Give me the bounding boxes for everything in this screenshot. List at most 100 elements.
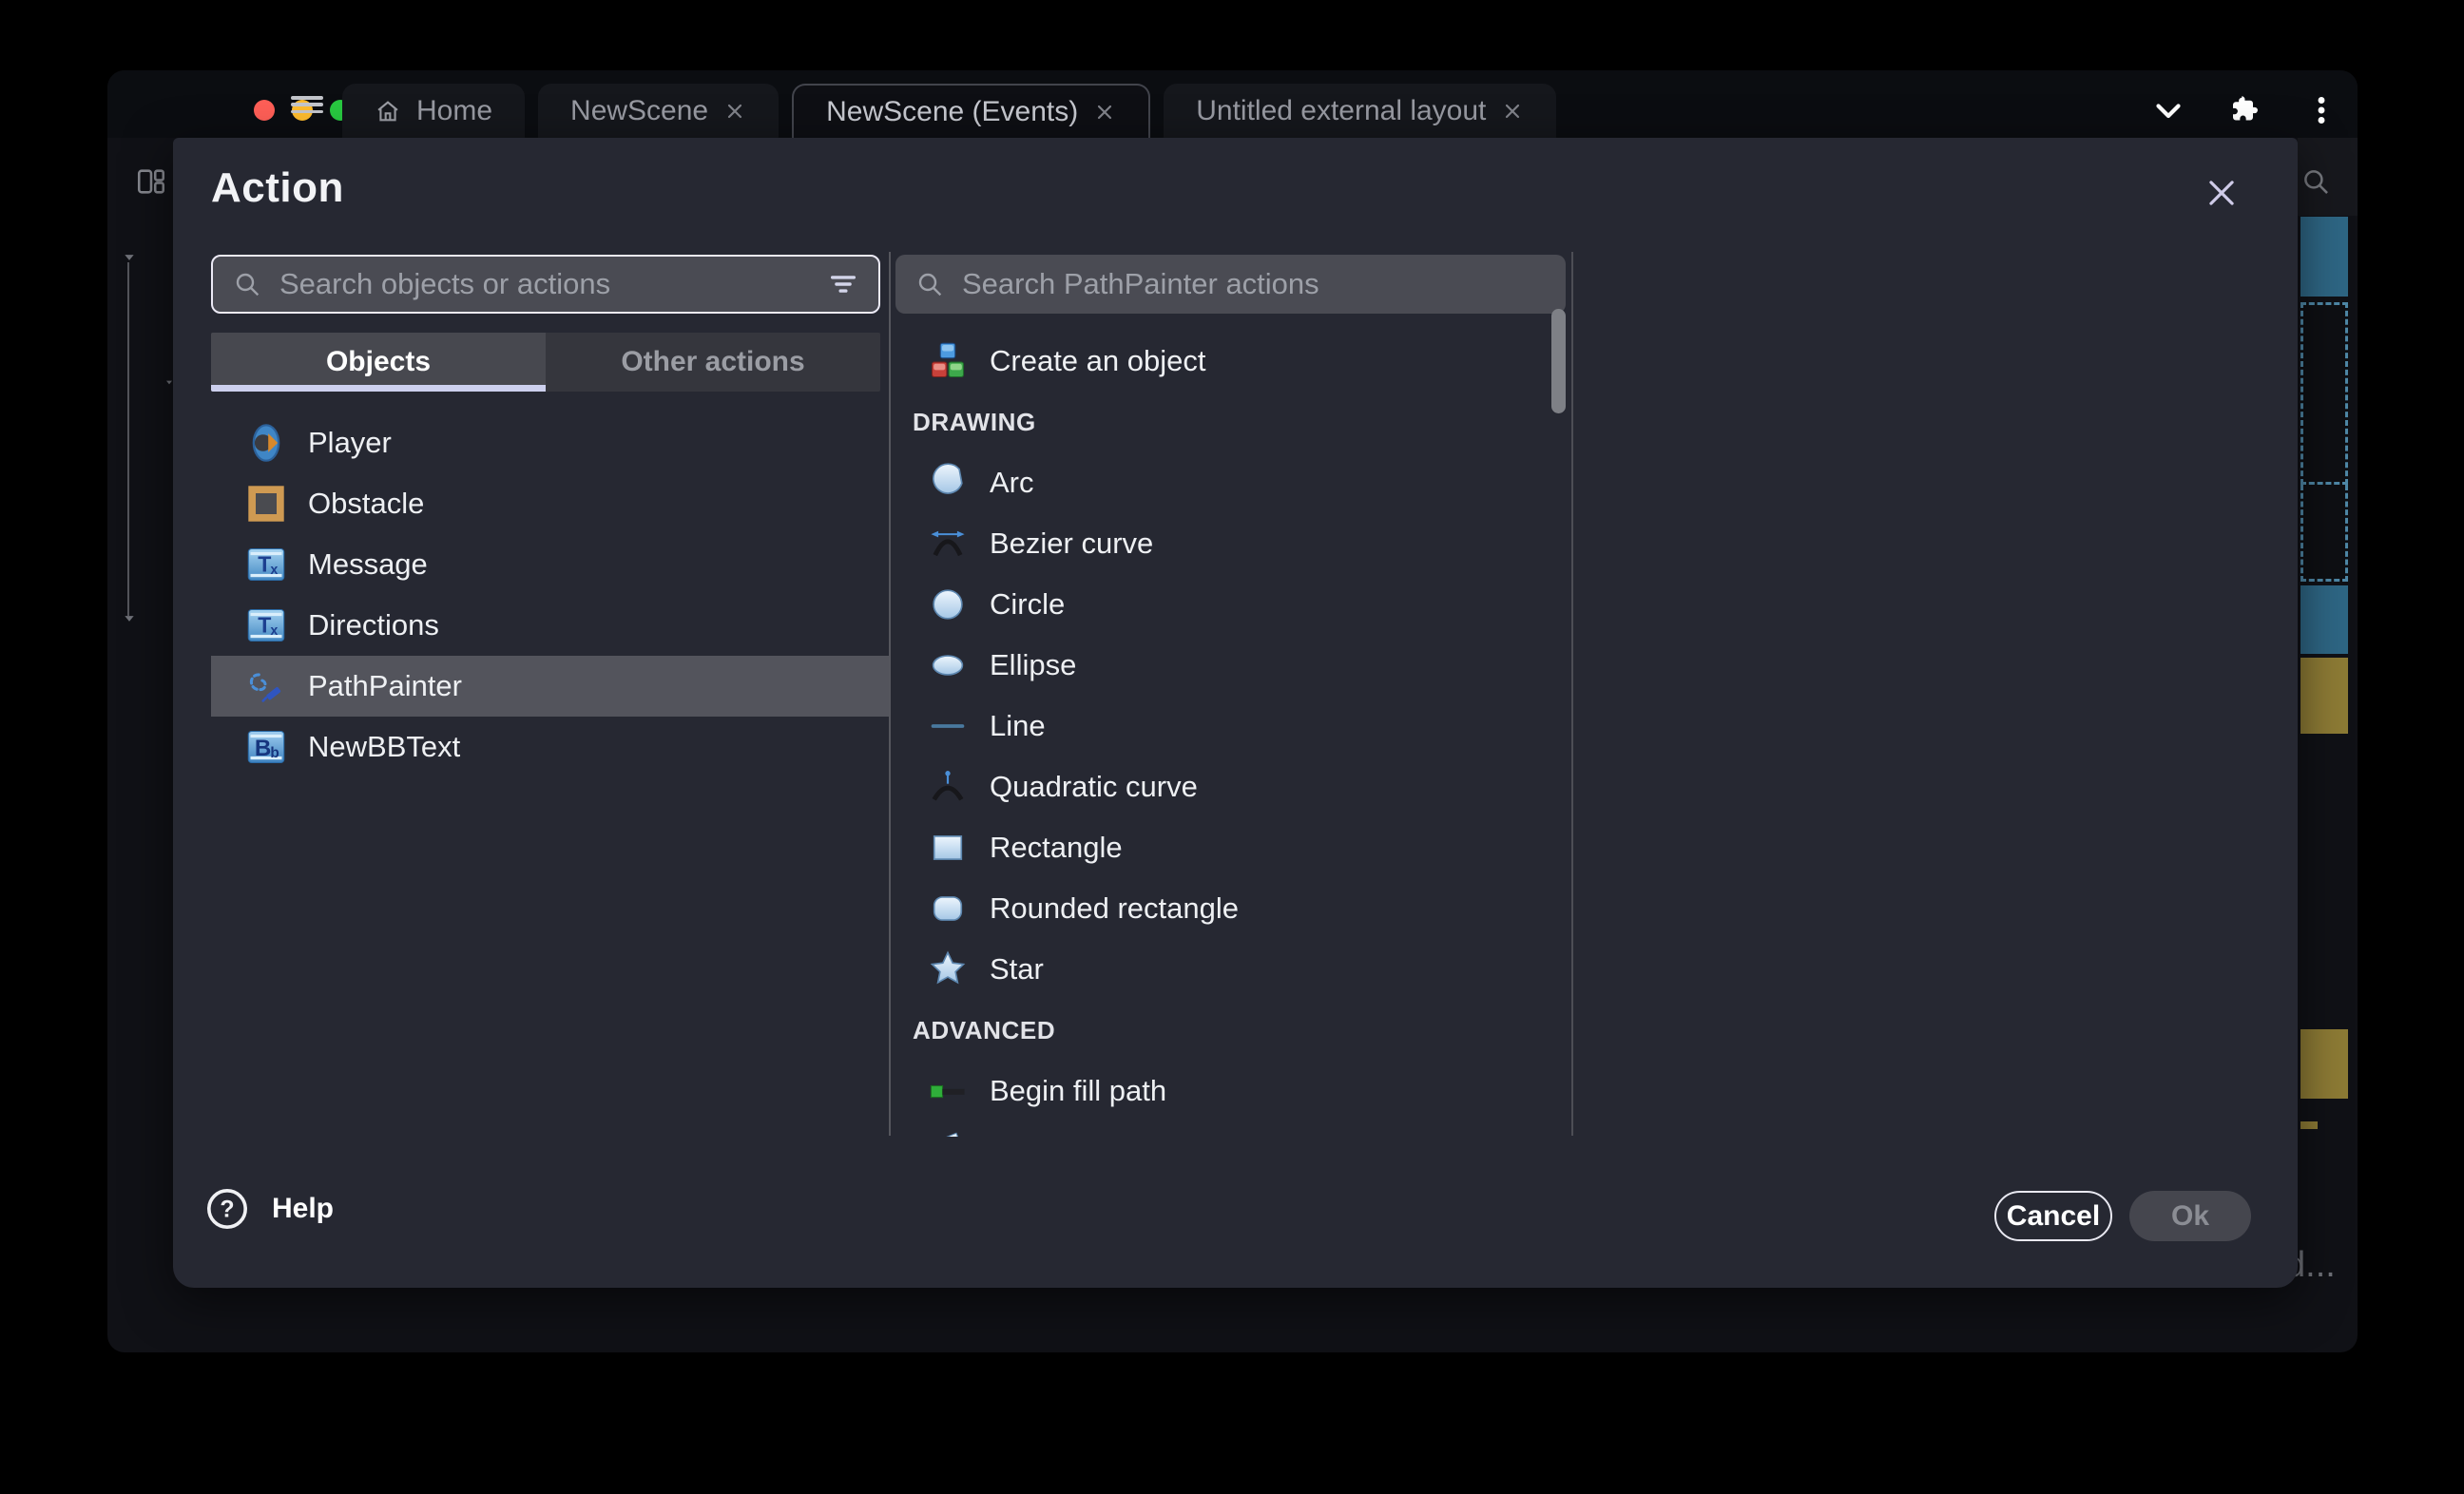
comment-block-yellow [2300, 658, 2348, 734]
close-small-icon[interactable] [1501, 100, 1524, 123]
action-row-ellipse[interactable]: Ellipse [895, 635, 1573, 696]
dialog-title: Action [211, 164, 344, 212]
tab-newscene[interactable]: NewScene [538, 84, 779, 138]
text-object-icon: Tx [245, 604, 287, 646]
action-row-rectangle[interactable]: Rectangle [895, 817, 1573, 878]
tab-label: Home [416, 95, 492, 127]
actions-search-box [895, 255, 1566, 314]
tab-objects[interactable]: Objects [211, 333, 546, 392]
action-label: Ellipse [990, 648, 1076, 682]
tab-home[interactable]: Home [342, 84, 525, 138]
tab-label: NewScene (Events) [826, 96, 1078, 128]
svg-text:?: ? [220, 1197, 234, 1223]
action-label: Rounded rectangle [990, 891, 1239, 926]
circle-icon [927, 584, 969, 625]
action-row-begin-fill-path[interactable]: Begin fill path [895, 1061, 1573, 1121]
objects-search-box [211, 255, 880, 314]
traffic-close-button[interactable] [254, 100, 275, 121]
action-label: Begin fill path [990, 1074, 1166, 1108]
app-window: d... HomeNewSceneNewScene (Events)Untitl… [107, 70, 2358, 1352]
path-painter-icon [245, 665, 287, 707]
action-label: Circle [990, 587, 1065, 622]
tab-label: Untitled external layout [1196, 95, 1486, 127]
chevron-down-icon[interactable] [2151, 93, 2185, 127]
help-label: Help [272, 1193, 334, 1225]
main-menu-icon[interactable] [291, 96, 323, 113]
action-label: Line [990, 709, 1046, 743]
event-tree-line [127, 262, 129, 616]
titlebar: Home NewScene NewScene (Events) Untitled ex… [107, 70, 2358, 138]
objects-list: Player Obstacle TxMessageTxDirections PathP… [211, 412, 889, 777]
svg-text:T: T [258, 613, 271, 638]
event-block-selected-dashed [2300, 485, 2348, 582]
action-label: Star [990, 952, 1044, 986]
event-block-selected-dashed [2300, 302, 2348, 485]
section-header-drawing: DRAWING [895, 392, 1573, 452]
ellipse-icon [927, 644, 969, 686]
actions-search-input[interactable] [960, 266, 1547, 302]
object-row-obstacle[interactable]: Obstacle [211, 473, 889, 534]
comment-block-yellow [2300, 1029, 2348, 1099]
triangle-down-icon[interactable] [119, 612, 140, 625]
puzzle-icon[interactable] [2227, 93, 2262, 127]
action-row-rounded-rectangle[interactable]: Rounded rectangle [895, 878, 1573, 939]
action-row-clipped[interactable] [895, 1121, 1573, 1137]
object-row-pathpainter[interactable]: PathPainter [211, 656, 889, 717]
panel-divider [889, 252, 891, 1136]
rectangle-icon [927, 827, 969, 869]
dots-vertical-icon[interactable] [2304, 93, 2339, 127]
text-object-icon: Tx [245, 544, 287, 585]
object-label: Player [308, 426, 392, 460]
ok-button[interactable]: Ok [2129, 1191, 2251, 1241]
object-label: NewBBText [308, 730, 460, 764]
clipped-item-icon [927, 1131, 969, 1137]
object-row-directions[interactable]: TxDirections [211, 595, 889, 656]
actions-list: Create an objectDRAWINGArcBezier curve Ci… [895, 331, 1573, 1137]
action-row-circle[interactable]: Circle [895, 574, 1573, 635]
panels-layout-icon[interactable] [134, 165, 168, 198]
tab-newscene-events[interactable]: NewScene (Events) [792, 84, 1150, 138]
star-icon [927, 948, 969, 990]
object-row-player[interactable]: Player [211, 412, 889, 473]
action-row-create-an-object[interactable]: Create an object [895, 331, 1573, 392]
close-x-icon[interactable] [2204, 175, 2240, 211]
close-small-icon[interactable] [1093, 101, 1116, 124]
svg-text:B: B [255, 736, 271, 761]
event-block-blue [2300, 585, 2348, 654]
quadratic-icon [927, 766, 969, 808]
svg-text:x: x [270, 623, 278, 639]
cancel-button[interactable]: Cancel [1994, 1191, 2112, 1241]
object-row-message[interactable]: TxMessage [211, 534, 889, 595]
action-row-bezier-curve[interactable]: Bezier curve [895, 513, 1573, 574]
event-color-blocks [2300, 70, 2348, 1352]
tab-other-actions[interactable]: Other actions [546, 333, 880, 392]
help-circle-icon: ? [205, 1187, 249, 1231]
action-row-star[interactable]: Star [895, 939, 1573, 1000]
search-icon [232, 269, 262, 299]
action-row-line[interactable]: Line [895, 696, 1573, 757]
svg-text:b: b [270, 745, 279, 761]
arc-icon [927, 462, 969, 504]
help-button[interactable]: ? Help [205, 1187, 334, 1231]
filter-icon[interactable] [827, 268, 859, 300]
player-icon [245, 422, 287, 464]
bbtext-icon: Bb [245, 726, 287, 768]
triangle-down-icon[interactable] [119, 251, 140, 264]
object-label: Obstacle [308, 487, 424, 521]
object-row-newbbtext[interactable]: Bb NewBBText [211, 717, 889, 777]
action-dialog: Action ObjectsOther actions Player Obstac… [173, 138, 2298, 1288]
screen: d... HomeNewSceneNewScene (Events)Untitl… [0, 0, 2464, 1494]
objects-search-input[interactable] [278, 266, 812, 302]
svg-text:T: T [258, 552, 271, 577]
action-label: Quadratic curve [990, 770, 1198, 804]
object-label: PathPainter [308, 669, 462, 703]
actions-scrollbar[interactable] [1551, 309, 1566, 413]
action-label: Rectangle [990, 831, 1123, 865]
close-small-icon[interactable] [723, 100, 746, 123]
section-header-advanced: ADVANCED [895, 1000, 1573, 1061]
tab-untitled-external-layout[interactable]: Untitled external layout [1164, 84, 1556, 138]
action-row-arc[interactable]: Arc [895, 452, 1573, 513]
action-row-quadratic-curve[interactable]: Quadratic curve [895, 757, 1573, 817]
object-type-tabs: ObjectsOther actions [211, 333, 880, 392]
home-icon [375, 98, 401, 124]
